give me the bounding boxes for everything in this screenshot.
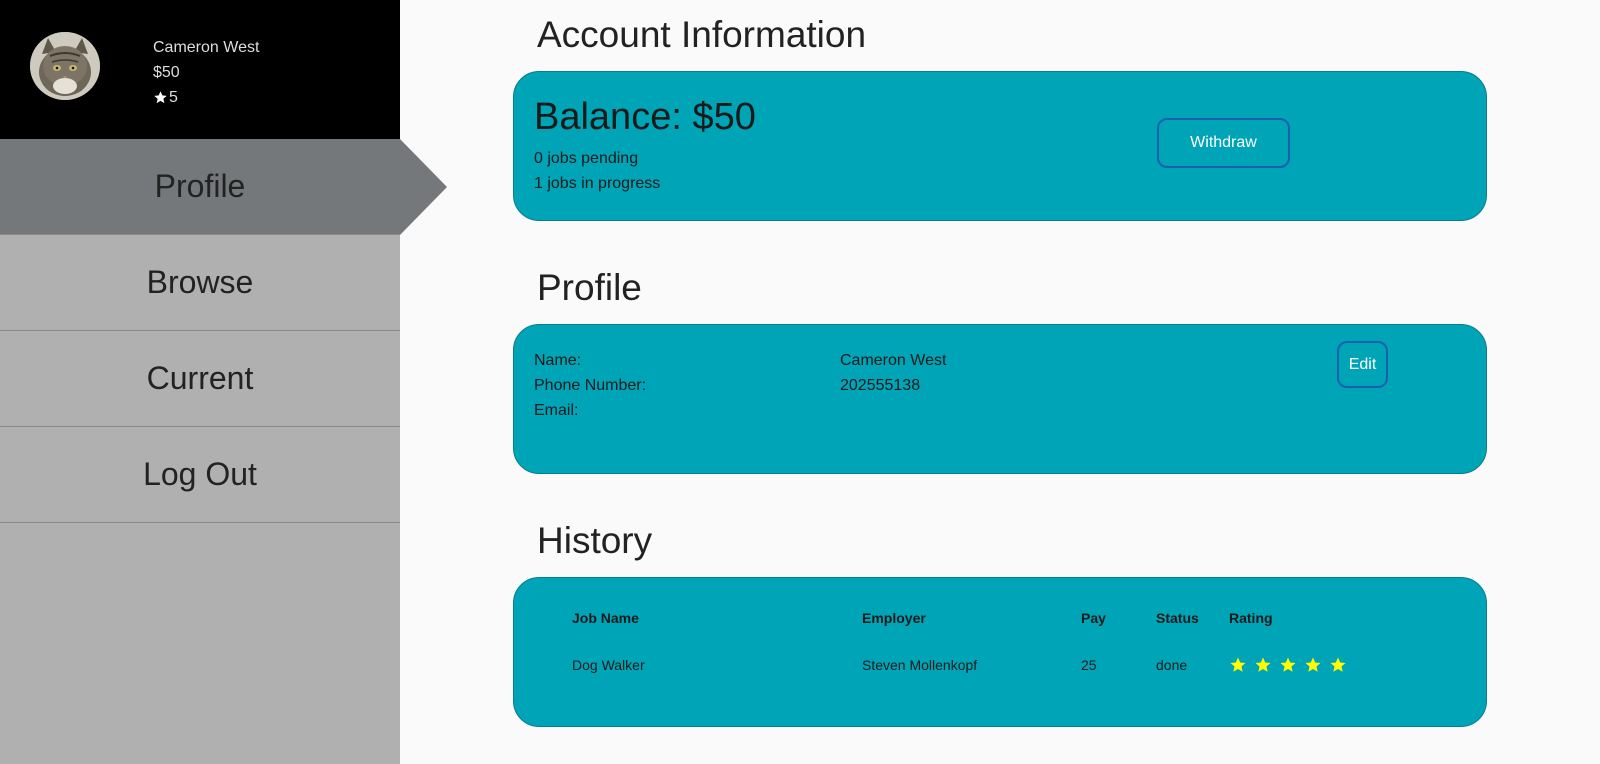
star-icon [1255,657,1271,672]
user-balance: $50 [153,64,180,81]
profile-section-title: Profile [537,267,642,308]
name-value: Cameron West [840,352,947,369]
profile-row-email: Email: [534,398,946,423]
withdraw-button[interactable]: Withdraw [1157,118,1290,168]
status-cell: done [1156,657,1188,673]
avatar[interactable] [30,32,100,100]
phone-label: Phone Number: [534,377,647,394]
name-label: Name: [534,352,582,369]
account-panel: Balance: $50 0 jobs pending 1 jobs in pr… [513,71,1487,221]
column-header-rating: Rating [1229,610,1273,626]
star-icon [1330,657,1346,672]
user-card: Cameron West $50 5 [0,0,400,139]
history-panel: Job Name Employer Pay Status Rating Dog … [513,577,1487,727]
sidebar-item-label: Log Out [143,456,257,492]
jobs-summary: 0 jobs pending 1 jobs in progress [534,146,660,196]
table-row[interactable]: Dog Walker Steven Mollenkopf 25 done [572,655,1379,675]
history-table: Job Name Employer Pay Status Rating Dog … [572,608,1379,675]
cat-avatar-image [30,32,100,100]
sidebar-item-label: Browse [146,264,254,300]
column-header-status: Status [1156,610,1199,626]
history-header-row: Job Name Employer Pay Status Rating [572,608,1379,628]
star-icon [1280,657,1296,672]
user-name: Cameron West [153,39,260,56]
phone-value: 202555138 [840,377,921,394]
sidebar-item-current[interactable]: Current [0,331,400,427]
sidebar-item-label: Profile [154,168,246,204]
profile-row-name: Name: Cameron West [534,348,946,373]
column-header-pay: Pay [1081,610,1106,626]
star-icon [154,91,167,104]
profile-row-phone: Phone Number: 202555138 [534,373,946,398]
star-icon [1230,657,1246,672]
email-label: Email: [534,402,579,419]
balance-text: Balance: $50 [534,96,756,138]
rating-stars [1229,656,1379,674]
edit-profile-button[interactable]: Edit [1337,341,1388,388]
profile-details: Name: Cameron West Phone Number: 2025551… [534,348,946,423]
user-info: Cameron West $50 5 [153,35,259,110]
user-rating-value: 5 [169,89,178,106]
star-icon [1305,657,1321,672]
job-name-cell: Dog Walker [572,657,645,673]
user-rating: 5 [153,85,259,110]
sidebar-item-log-out[interactable]: Log Out [0,427,400,523]
profile-panel: Name: Cameron West Phone Number: 2025551… [513,324,1487,474]
sidebar-item-label: Current [146,360,254,396]
sidebar-nav: Profile Browse Current Log Out [0,139,447,523]
sidebar-item-browse[interactable]: Browse [0,235,400,331]
jobs-in-progress: 1 jobs in progress [534,175,661,192]
sidebar: Cameron West $50 5 Profile Browse Curren… [0,0,447,764]
column-header-employer: Employer [862,610,926,626]
sidebar-item-profile[interactable]: Profile [0,139,447,235]
jobs-pending: 0 jobs pending [534,150,639,167]
employer-cell: Steven Mollenkopf [862,657,978,673]
pay-cell: 25 [1081,657,1097,673]
column-header-job-name: Job Name [572,610,639,626]
history-section-title: History [537,520,653,561]
account-section-title: Account Information [537,14,867,55]
rating-cell [1229,656,1379,674]
